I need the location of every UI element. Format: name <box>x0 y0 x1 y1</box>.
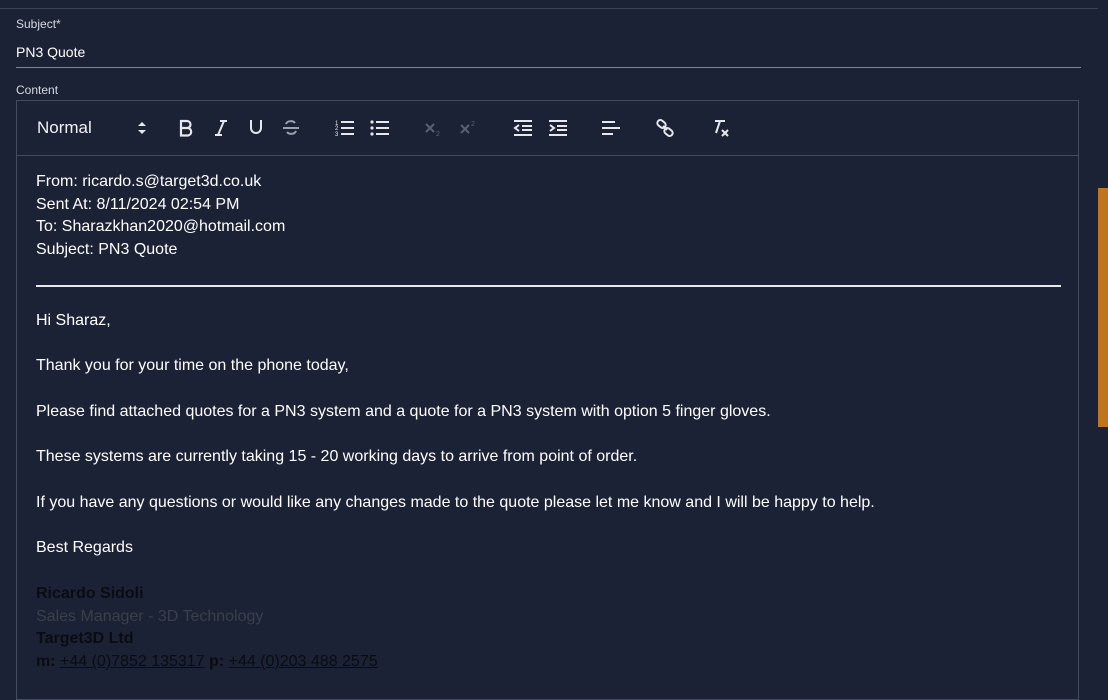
subject-label: Subject* <box>16 17 61 31</box>
svg-text:2: 2 <box>436 131 440 137</box>
phone-label: p: <box>209 652 225 670</box>
email-body[interactable]: From: ricardo.s@target3d.co.uk Sent At: … <box>36 171 1062 674</box>
subject-underline <box>16 67 1081 68</box>
link-icon[interactable] <box>653 115 677 141</box>
mobile-link[interactable]: +44 (0)7852 135317 <box>60 653 205 670</box>
header-format-select[interactable]: Normal <box>37 115 147 141</box>
signature-contact: m: +44 (0)7852 135317 p: +44 (0)203 488 … <box>36 651 1062 674</box>
scrollbar-thumb[interactable] <box>1098 188 1108 427</box>
subscript-icon[interactable]: 2 <box>422 115 446 141</box>
horizontal-rule <box>36 284 1061 287</box>
indent-icon[interactable] <box>546 115 570 141</box>
body-paragraph: These systems are currently taking 15 - … <box>36 448 638 466</box>
mobile-label: m: <box>36 652 56 670</box>
strike-icon[interactable] <box>280 115 302 141</box>
email-to: To: Sharazkhan2020@hotmail.com <box>36 218 286 236</box>
select-arrows-icon <box>137 120 147 136</box>
svg-text:3: 3 <box>335 132 339 137</box>
bold-icon[interactable] <box>175 115 197 141</box>
email-sent-at: Sent At: 8/11/2024 02:54 PM <box>36 195 240 213</box>
header-format-value: Normal <box>37 118 92 137</box>
editor-toolbar: Normal 123 2 2 <box>17 101 1078 156</box>
top-divider <box>0 0 1108 9</box>
phone-link[interactable]: +44 (0)203 488 2575 <box>229 653 378 670</box>
signature-title: Sales Manager - 3D Technology <box>36 607 264 625</box>
svg-text:2: 2 <box>471 121 475 128</box>
align-left-icon[interactable] <box>599 115 623 141</box>
email-subject: Subject: PN3 Quote <box>36 241 178 259</box>
superscript-icon[interactable]: 2 <box>457 115 481 141</box>
outdent-icon[interactable] <box>511 115 535 141</box>
greeting: Hi Sharaz, <box>36 311 111 329</box>
signature-name: Ricardo Sidoli <box>36 584 144 602</box>
underline-icon[interactable] <box>245 115 267 141</box>
closing: Best Regards <box>36 539 133 557</box>
bullet-list-icon[interactable] <box>368 115 392 141</box>
ordered-list-icon[interactable]: 123 <box>333 115 357 141</box>
body-paragraph: If you have any questions or would like … <box>36 493 875 511</box>
subject-input[interactable]: PN3 Quote <box>16 44 85 60</box>
signature-company: Target3D Ltd <box>36 630 134 648</box>
content-label: Content <box>16 83 59 97</box>
rich-text-editor[interactable]: Normal 123 2 2 From: ricardo.s@target3d.… <box>16 100 1079 700</box>
clear-format-icon[interactable] <box>708 115 732 141</box>
italic-icon[interactable] <box>210 115 232 141</box>
body-paragraph: Please find attached quotes for a PN3 sy… <box>36 402 771 420</box>
email-from: From: ricardo.s@target3d.co.uk <box>36 173 262 190</box>
body-paragraph: Thank you for your time on the phone tod… <box>36 357 349 375</box>
